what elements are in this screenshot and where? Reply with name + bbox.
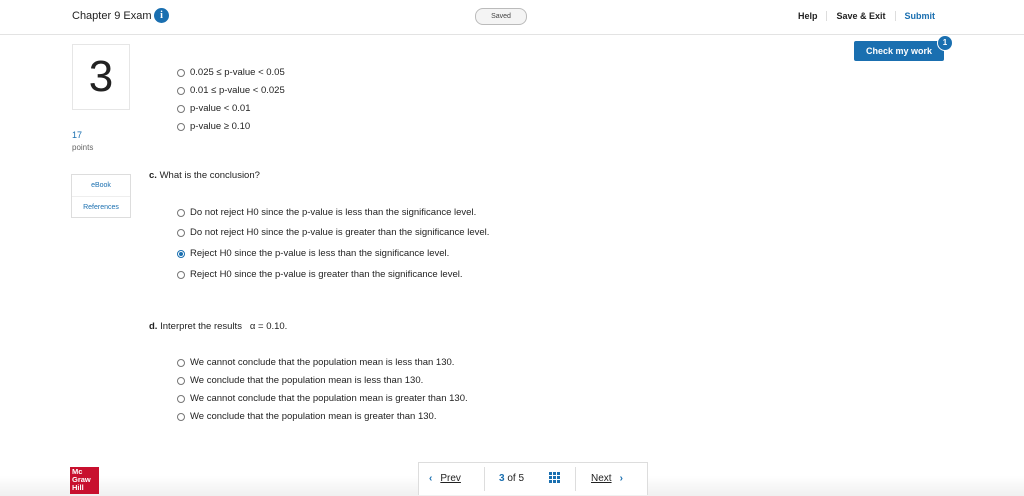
- conclusion-option[interactable]: Reject H0 since the p-value is greater t…: [177, 269, 462, 280]
- radio-button[interactable]: [177, 270, 185, 279]
- page-indicator: 3 of 5: [499, 473, 524, 484]
- prev-label: Prev: [440, 473, 461, 484]
- part-c-prefix: c.: [149, 170, 157, 181]
- conclusion-option[interactable]: Do not reject H0 since the p-value is le…: [177, 207, 476, 218]
- radio-button[interactable]: [177, 394, 185, 403]
- option-label: We conclude that the population mean is …: [190, 411, 437, 422]
- conclusion-option[interactable]: Do not reject H0 since the p-value is gr…: [177, 227, 489, 238]
- saved-status-badge: Saved: [475, 8, 527, 25]
- pvalue-option[interactable]: 0.025 ≤ p-value < 0.05: [177, 67, 285, 78]
- pvalue-option[interactable]: p-value < 0.01: [177, 103, 250, 114]
- radio-button[interactable]: [177, 122, 185, 131]
- radio-button[interactable]: [177, 68, 185, 77]
- pvalue-option[interactable]: 0.01 ≤ p-value < 0.025: [177, 85, 285, 96]
- submit-link[interactable]: Submit: [894, 11, 945, 21]
- option-label: p-value < 0.01: [190, 103, 251, 114]
- radio-button[interactable]: [177, 104, 185, 113]
- next-button[interactable]: Next ›: [591, 473, 623, 484]
- top-bar: Chapter 9 Exam i Saved Help Save & Exit …: [0, 0, 1024, 35]
- pvalue-option[interactable]: p-value ≥ 0.10: [177, 121, 250, 132]
- help-link[interactable]: Help: [789, 11, 827, 21]
- next-label: Next: [591, 473, 612, 484]
- part-d-text: Interpret the results: [160, 321, 242, 332]
- option-label: Do not reject H0 since the p-value is gr…: [190, 227, 490, 238]
- prev-button[interactable]: ‹ Prev: [429, 473, 461, 484]
- part-d-prefix: d.: [149, 321, 158, 332]
- option-label: 0.01 ≤ p-value < 0.025: [190, 85, 285, 96]
- logo-line: Hill: [72, 483, 84, 492]
- option-label: p-value ≥ 0.10: [190, 121, 251, 132]
- question-number: 3: [72, 44, 130, 110]
- interpretation-option[interactable]: We conclude that the population mean is …: [177, 411, 436, 422]
- total-pages: 5: [518, 473, 525, 484]
- conclusion-option-selected[interactable]: Reject H0 since the p-value is less than…: [177, 248, 449, 259]
- part-d-question: d. Interpret the results α = 0.10.: [149, 321, 287, 332]
- chevron-right-icon: ›: [619, 473, 623, 484]
- part-c-text: What is the conclusion?: [159, 170, 260, 181]
- radio-button[interactable]: [177, 376, 185, 385]
- interpretation-option[interactable]: We cannot conclude that the population m…: [177, 357, 454, 368]
- interpretation-option[interactable]: We conclude that the population mean is …: [177, 375, 423, 386]
- pagination: ‹ Prev 3 of 5 Next ›: [418, 462, 648, 495]
- resources-box: eBook References: [71, 174, 131, 218]
- interpretation-option[interactable]: We cannot conclude that the population m…: [177, 393, 468, 404]
- info-icon[interactable]: i: [154, 8, 169, 23]
- grid-view-icon[interactable]: [549, 472, 560, 483]
- radio-button[interactable]: [177, 86, 185, 95]
- option-label: We cannot conclude that the population m…: [190, 357, 455, 368]
- option-label: Reject H0 since the p-value is greater t…: [190, 269, 463, 280]
- option-label: Do not reject H0 since the p-value is le…: [190, 207, 477, 218]
- divider: [484, 467, 485, 491]
- exam-title: Chapter 9 Exam: [72, 10, 152, 22]
- option-label: 0.025 ≤ p-value < 0.05: [190, 67, 285, 78]
- top-actions: Help Save & Exit Submit: [789, 11, 944, 21]
- current-page: 3: [499, 473, 505, 484]
- chevron-left-icon: ‹: [429, 473, 433, 484]
- part-c-question: c. What is the conclusion?: [149, 170, 260, 181]
- points-label: points: [72, 143, 94, 152]
- radio-button[interactable]: [177, 228, 185, 237]
- divider: [575, 467, 576, 491]
- of-label: of: [507, 473, 516, 484]
- radio-button[interactable]: [177, 412, 185, 421]
- check-work-count-badge: 1: [937, 35, 953, 51]
- points-value: 17: [72, 130, 83, 140]
- alpha-value: α = 0.10.: [249, 321, 288, 332]
- check-my-work-button[interactable]: Check my work: [854, 41, 944, 61]
- radio-button-selected[interactable]: [177, 249, 185, 258]
- radio-button[interactable]: [177, 358, 185, 367]
- ebook-link[interactable]: eBook: [72, 175, 130, 197]
- references-link[interactable]: References: [72, 197, 130, 218]
- option-label: We cannot conclude that the population m…: [190, 393, 468, 404]
- option-label: We conclude that the population mean is …: [190, 375, 424, 386]
- save-exit-link[interactable]: Save & Exit: [826, 11, 894, 21]
- mcgraw-hill-logo: Mc Graw Hill: [70, 467, 99, 494]
- radio-button[interactable]: [177, 208, 185, 217]
- option-label: Reject H0 since the p-value is less than…: [190, 248, 450, 259]
